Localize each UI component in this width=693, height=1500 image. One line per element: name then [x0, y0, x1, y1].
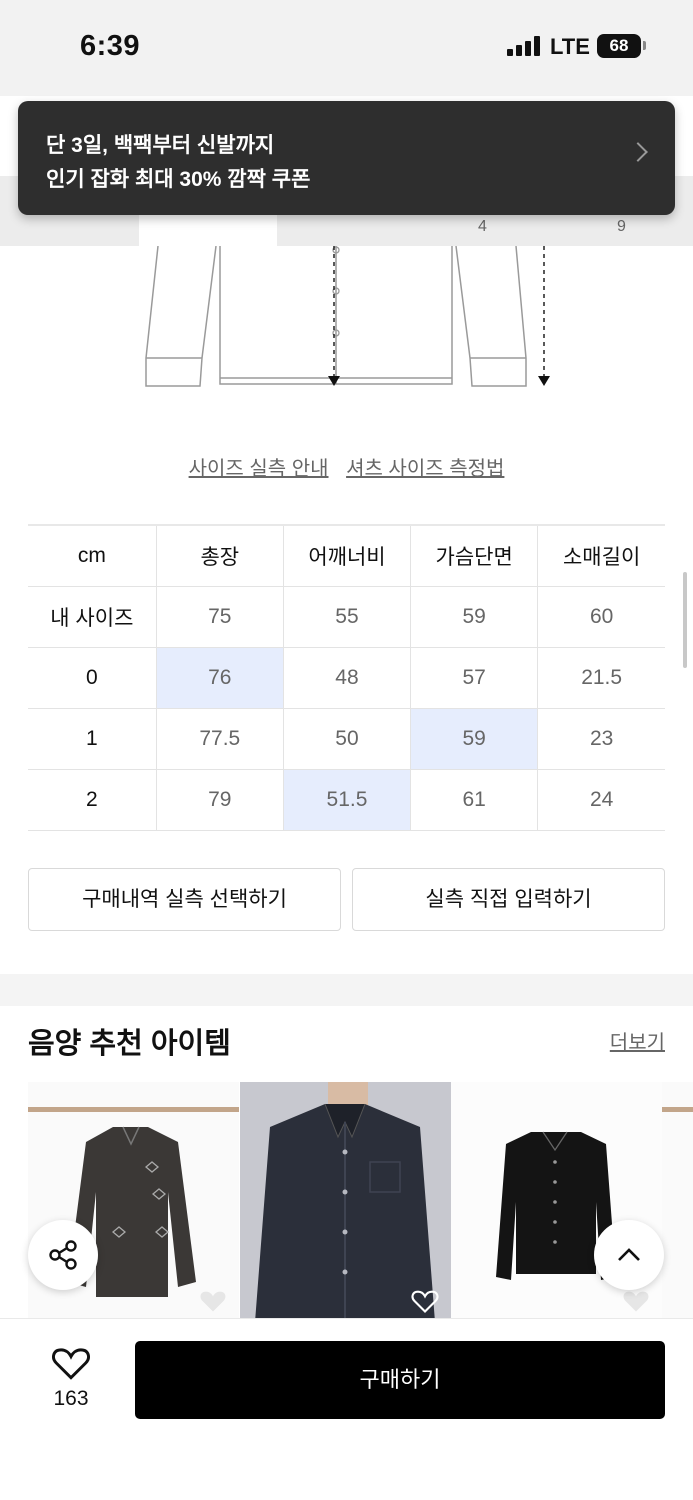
- battery-cap: [643, 41, 646, 50]
- table-row[interactable]: 2 79 51.5 61 24: [28, 768, 665, 831]
- heart-icon[interactable]: [622, 1288, 650, 1314]
- table-cell: 61: [410, 768, 539, 831]
- size-guide-link[interactable]: 사이즈 실측 안내: [189, 458, 329, 480]
- table-header: 소매길이: [537, 524, 665, 587]
- table-cell-highlighted: 51.5: [282, 768, 412, 831]
- table-header: cm: [28, 524, 157, 587]
- table-cell: 48: [282, 646, 412, 709]
- battery-icon: 68: [597, 34, 641, 58]
- table-cell: 59: [410, 585, 539, 648]
- table-row[interactable]: 1 77.5 50 59 23: [28, 707, 665, 770]
- chevron-up-icon: [618, 1248, 640, 1261]
- status-time: 6:39: [80, 30, 141, 62]
- table-cell-highlighted: 76: [155, 646, 284, 709]
- table-cell: 23: [537, 707, 665, 770]
- product-image: [662, 1107, 693, 1112]
- share-button[interactable]: [28, 1220, 98, 1290]
- toast-line-2: 인기 잡화 최대 30% 깜짝 쿠폰: [46, 168, 311, 191]
- share-icon: [49, 1240, 77, 1270]
- table-cell-highlighted: 59: [410, 707, 539, 770]
- table-cell: 60: [537, 585, 665, 648]
- buy-button[interactable]: 구매하기: [135, 1341, 665, 1419]
- row-label: 1: [28, 707, 157, 770]
- recommend-title: 음양 추천 아이템: [28, 1028, 231, 1060]
- row-label: 0: [28, 646, 157, 709]
- table-header-row: cm 총장 어깨너비 가슴단면 소매길이: [28, 524, 665, 587]
- tab-count: 4: [478, 218, 487, 235]
- size-guide-links: 사이즈 실측 안내 셔츠 사이즈 측정법: [0, 452, 693, 481]
- heart-icon[interactable]: [51, 1345, 91, 1381]
- table-cell: 21.5: [537, 646, 665, 709]
- direct-input-button[interactable]: 실측 직접 입력하기: [352, 868, 665, 931]
- toast-line-1: 단 3일, 백팩부터 신발까지: [46, 134, 275, 157]
- table-cell: 77.5: [155, 707, 284, 770]
- select-purchase-history-button[interactable]: 구매내역 실측 선택하기: [28, 868, 341, 931]
- promo-toast[interactable]: 단 3일, 백팩부터 신발까지 인기 잡화 최대 30% 깜짝 쿠폰: [18, 101, 675, 215]
- more-link[interactable]: 더보기: [610, 1026, 665, 1055]
- table-cell: 50: [282, 707, 412, 770]
- table-cell: 75: [155, 585, 284, 648]
- row-label: 2: [28, 768, 157, 831]
- scrollbar[interactable]: [683, 572, 687, 668]
- table-header: 어깨너비: [282, 524, 412, 587]
- signal-icon: [507, 36, 540, 56]
- table-cell: 24: [537, 768, 665, 831]
- table-cell: 79: [155, 768, 284, 831]
- status-bar: 6:39 LTE 68: [0, 0, 693, 96]
- shirt-size-diagram: [145, 246, 550, 387]
- table-header: 가슴단면: [410, 524, 539, 587]
- section-divider: [0, 974, 693, 1006]
- table-row[interactable]: 0 76 48 57 21.5: [28, 646, 665, 709]
- tab-count: 9: [617, 218, 626, 235]
- row-label: 내 사이즈: [28, 585, 157, 648]
- shirt-measure-link[interactable]: 셔츠 사이즈 측정법: [346, 458, 504, 480]
- table-header: 총장: [155, 524, 284, 587]
- heart-icon[interactable]: [199, 1288, 227, 1314]
- heart-icon[interactable]: [411, 1288, 439, 1314]
- scroll-top-button[interactable]: [594, 1220, 664, 1290]
- size-table: cm 총장 어깨너비 가슴단면 소매길이 내 사이즈 75 55 59 60 0…: [28, 524, 665, 831]
- product-card[interactable]: [240, 1082, 451, 1322]
- product-card[interactable]: [662, 1082, 693, 1322]
- table-cell: 55: [282, 585, 412, 648]
- table-cell: 57: [410, 646, 539, 709]
- network-label: LTE: [550, 34, 590, 59]
- product-image: [255, 1082, 435, 1322]
- like-count: 163: [53, 1387, 89, 1410]
- chevron-right-icon: [628, 142, 648, 162]
- bottom-action-bar: 163 구매하기: [0, 1318, 693, 1500]
- table-row[interactable]: 내 사이즈 75 55 59 60: [28, 585, 665, 648]
